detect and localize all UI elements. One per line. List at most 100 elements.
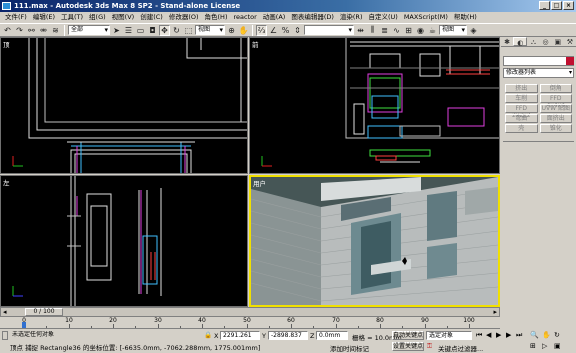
zoom-icon[interactable]: 🔍 <box>530 331 539 339</box>
menu-file[interactable]: 文件(F) <box>2 12 30 23</box>
select-rotate-icon[interactable]: ↻ <box>171 25 182 36</box>
modifier-button-ffd444[interactable]: FFD 4x4x4 <box>539 94 572 109</box>
maxscript-listener-icon[interactable] <box>2 331 8 340</box>
menu-modifiers[interactable]: 修改器(O) <box>166 12 202 23</box>
quick-render-icon[interactable]: ◈ <box>468 25 479 36</box>
hierarchy-tab-icon[interactable]: ⛬ <box>527 37 539 46</box>
play-icon[interactable]: ▶ <box>496 331 501 339</box>
menu-reactor[interactable]: reactor <box>230 12 259 23</box>
menu-tools[interactable]: 工具(T) <box>58 12 86 23</box>
angle-snap-icon[interactable]: ∠ <box>268 25 279 36</box>
select-manipulate-icon[interactable]: ✋ <box>238 25 249 36</box>
modifier-button-taper[interactable]: 锥化 <box>539 124 572 133</box>
modify-tab-icon[interactable]: ◐ <box>513 37 528 47</box>
menu-customize[interactable]: 自定义(U) <box>365 12 400 23</box>
modifier-button-bend[interactable]: 弯曲 <box>505 114 538 123</box>
motion-tab-icon[interactable]: ◎ <box>540 37 552 46</box>
menu-views[interactable]: 视图(V) <box>109 12 138 23</box>
add-time-tag[interactable]: 添加时间标记 <box>330 343 369 353</box>
modifier-button-uvw-map[interactable]: UVW 贴图 <box>539 104 572 113</box>
menu-rendering[interactable]: 渲染(R) <box>337 12 366 23</box>
modifier-button-ffd222[interactable]: FFD 2x2x2 <box>505 104 538 119</box>
modifier-list-dropdown[interactable]: 修改器列表 <box>503 68 574 78</box>
create-tab-icon[interactable]: ✱ <box>501 37 513 46</box>
key-icon[interactable]: ⚿ <box>427 342 432 351</box>
schematic-view-icon[interactable]: ⊞ <box>403 25 414 36</box>
align-icon[interactable]: ⫼ <box>367 25 378 36</box>
mirror-icon[interactable]: ⇹ <box>355 25 366 36</box>
material-editor-icon[interactable]: ◉ <box>415 25 426 36</box>
modifier-button-lathe[interactable]: 车削 <box>505 94 538 103</box>
next-key-icon[interactable]: ▶ <box>506 331 511 339</box>
field-of-view-icon[interactable]: ▷ <box>542 342 547 350</box>
menu-create[interactable]: 创建(C) <box>137 12 166 23</box>
bind-space-warp-icon[interactable]: ≋ <box>50 25 61 36</box>
coord-z-field[interactable]: 0.0mm <box>316 331 348 340</box>
selection-filter-dropdown[interactable]: 全部 <box>68 25 110 35</box>
select-by-name-icon[interactable]: ☰ <box>123 25 134 36</box>
track-bar[interactable]: 0 10 20 30 40 50 60 70 80 90 100 <box>0 317 500 329</box>
time-slider[interactable]: ◂ 0 / 100 ▸ <box>0 307 500 317</box>
utilities-tab-icon[interactable]: ⚒ <box>564 37 576 46</box>
spinner-snap-icon[interactable]: ⇕ <box>292 25 303 36</box>
viewport-front-label[interactable]: 前 <box>252 39 259 49</box>
viewport-top-label[interactable]: 顶 <box>3 39 10 49</box>
render-type-dropdown[interactable]: 视图 <box>439 25 467 35</box>
render-scene-icon[interactable]: ☕ <box>427 25 438 36</box>
maximize-button[interactable]: □ <box>551 1 562 10</box>
goto-end-icon[interactable]: ⏭ <box>516 331 522 340</box>
menu-edit[interactable]: 编辑(E) <box>30 12 58 23</box>
auto-key-button[interactable]: 自动关键点 <box>392 331 424 340</box>
select-object-icon[interactable]: ➤ <box>111 25 122 36</box>
reference-coord-dropdown[interactable]: 视图 <box>195 25 225 35</box>
select-move-icon[interactable]: ✥ <box>159 24 170 36</box>
modifier-button-face-extrude[interactable]: 面挤出 <box>539 114 572 123</box>
maximize-viewport-icon[interactable]: ▣ <box>554 342 561 350</box>
menu-character[interactable]: 角色(H) <box>202 12 231 23</box>
percent-snap-icon[interactable]: % <box>280 25 291 36</box>
object-name-field[interactable] <box>503 56 574 66</box>
lock-selection-icon[interactable]: 🔒 <box>204 331 212 339</box>
zoom-all-icon[interactable]: ⊞ <box>530 342 536 350</box>
menu-help[interactable]: 帮助(H) <box>451 12 480 23</box>
key-mode-dropdown[interactable]: 选定对象 <box>426 331 472 340</box>
redo-icon[interactable]: ↷ <box>14 25 25 36</box>
next-frame-icon[interactable]: ▸ <box>493 308 497 316</box>
current-frame-marker[interactable] <box>22 322 26 328</box>
snaps-toggle-icon[interactable]: ⅔ <box>256 24 267 36</box>
orbit-icon[interactable]: ↻ <box>554 331 560 339</box>
menu-animation[interactable]: 动画(A) <box>260 12 289 23</box>
link-icon[interactable]: ⚯ <box>26 25 37 36</box>
close-button[interactable]: × <box>563 1 574 10</box>
key-filters-button[interactable]: 关键点过滤器... <box>438 343 483 353</box>
prev-frame-icon[interactable]: ◂ <box>3 308 7 316</box>
unlink-icon[interactable]: ⚮ <box>38 25 49 36</box>
goto-start-icon[interactable]: ⏮ <box>476 331 482 340</box>
viewport-perspective-label[interactable]: 用户 <box>253 178 266 188</box>
modifier-button-bevel[interactable]: 倒角 <box>539 84 572 93</box>
modifier-button-shell[interactable]: 壳 <box>505 124 538 133</box>
viewport-top[interactable]: 顶 <box>0 37 248 174</box>
select-scale-icon[interactable]: ⬚ <box>183 25 194 36</box>
menu-graph-editors[interactable]: 图表编辑器(D) <box>288 12 337 23</box>
menu-group[interactable]: 组(G) <box>86 12 109 23</box>
coord-x-field[interactable]: 2291.261 <box>220 331 260 340</box>
pan-icon[interactable]: ✋ <box>542 331 551 339</box>
time-slider-thumb[interactable]: 0 / 100 <box>25 308 63 316</box>
set-key-button[interactable]: 设置关键点 <box>392 342 424 351</box>
curve-editor-icon[interactable]: ∿ <box>391 25 402 36</box>
minimize-button[interactable]: _ <box>539 1 550 10</box>
viewport-left[interactable]: 左 <box>0 175 248 307</box>
viewport-front[interactable]: 前 <box>249 37 500 174</box>
pivot-center-icon[interactable]: ⊕ <box>226 25 237 36</box>
modifier-stack-area[interactable] <box>503 145 574 313</box>
named-selection-sets-dropdown[interactable] <box>304 25 354 35</box>
undo-icon[interactable]: ↶ <box>2 25 13 36</box>
object-color-swatch[interactable] <box>566 57 574 65</box>
viewport-left-label[interactable]: 左 <box>3 177 10 187</box>
coord-y-field[interactable]: -2898.837 <box>268 331 308 340</box>
viewport-perspective[interactable]: 用户 <box>249 175 500 307</box>
rect-selection-icon[interactable]: ▭ <box>135 25 146 36</box>
window-crossing-icon[interactable]: ◘ <box>147 25 158 36</box>
display-tab-icon[interactable]: ▣ <box>552 37 564 46</box>
